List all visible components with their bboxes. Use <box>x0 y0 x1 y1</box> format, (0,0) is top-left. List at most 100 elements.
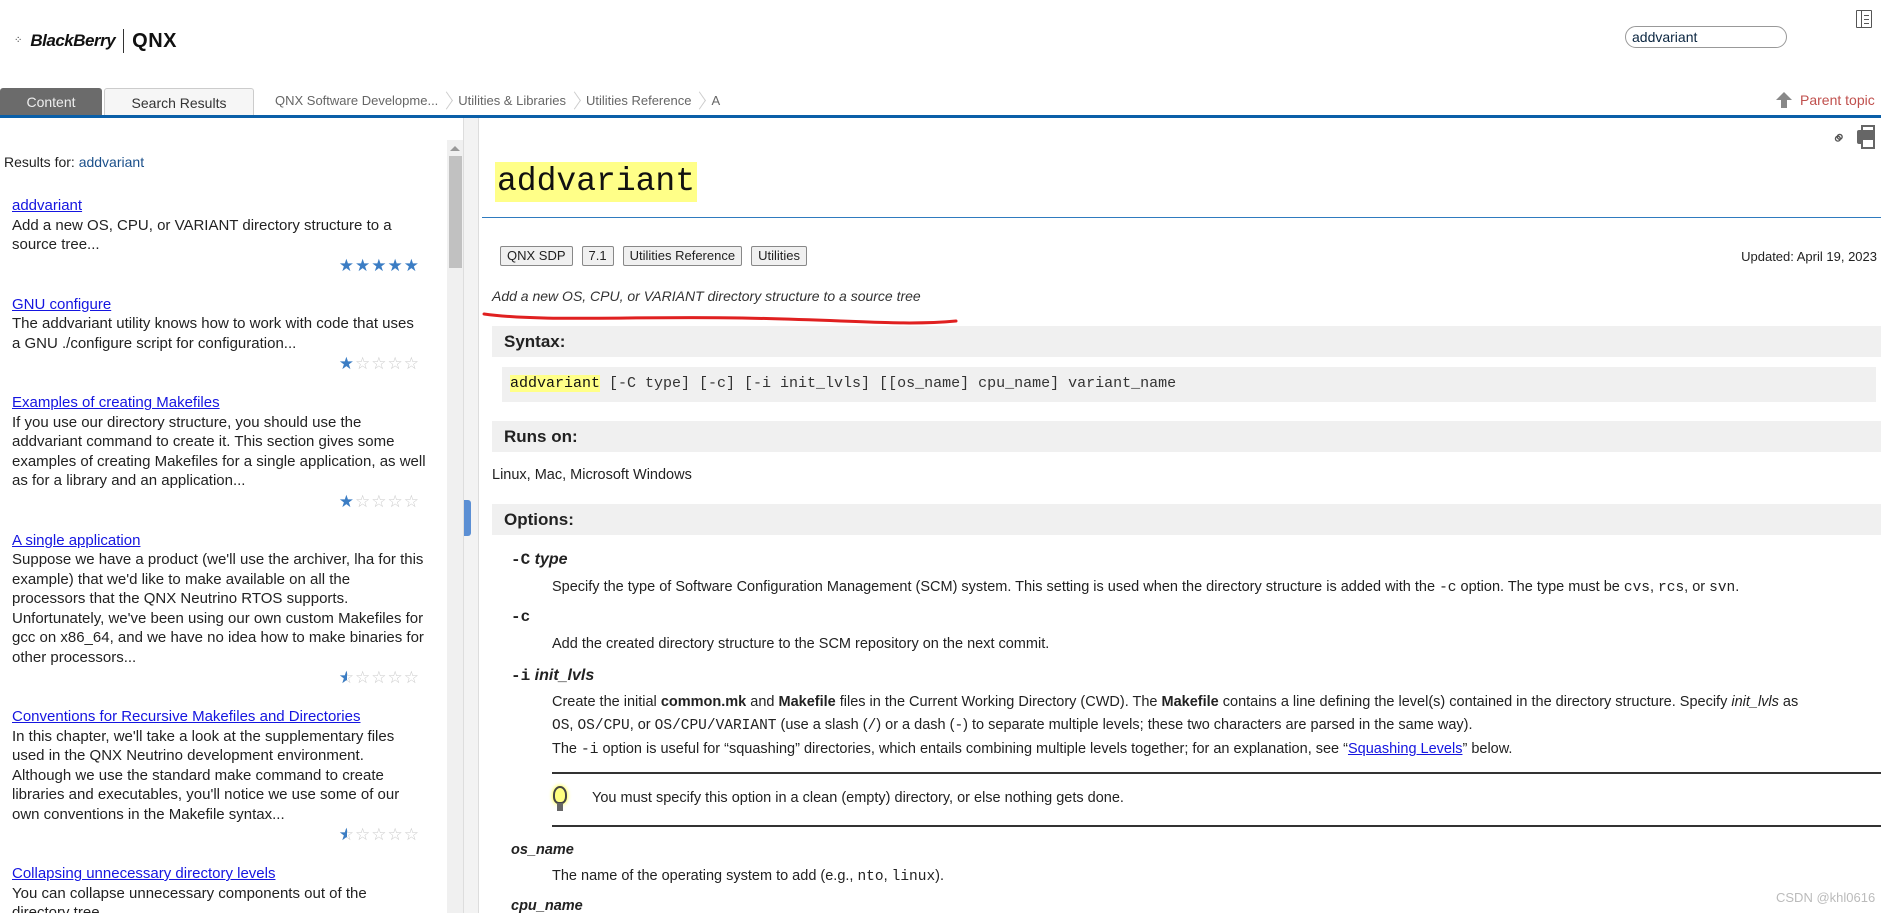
star-icon[interactable]: ☆ <box>355 353 371 375</box>
rating-stars[interactable]: ★☆☆☆☆ <box>12 353 426 375</box>
result-snippet: You can collapse unnecessary components … <box>12 884 367 914</box>
result-item: Conventions for Recursive Makefiles and … <box>12 707 426 846</box>
squashing-levels-link[interactable]: Squashing Levels <box>1348 741 1462 757</box>
logo-divider <box>123 29 125 53</box>
star-icon[interactable]: ☆ <box>339 824 355 846</box>
star-icon[interactable]: ★ <box>371 255 387 277</box>
option-C: -C type <box>511 551 568 569</box>
link-icon[interactable]: ⚭ <box>1827 126 1853 152</box>
note-divider <box>552 772 1881 774</box>
blackberry-qnx-logo[interactable]: ⁘ BlackBerry QNX <box>14 29 177 53</box>
search-input[interactable] <box>1625 26 1787 48</box>
star-icon[interactable]: ☆ <box>371 667 387 689</box>
scrollbar-thumb[interactable] <box>449 156 462 268</box>
badge[interactable]: QNX SDP <box>500 246 573 266</box>
star-icon[interactable]: ★ <box>388 255 404 277</box>
badge[interactable]: 7.1 <box>581 246 614 266</box>
star-icon[interactable]: ★ <box>339 255 355 277</box>
tab-search-results[interactable]: Search Results <box>104 88 254 116</box>
red-underline-annotation <box>482 312 958 325</box>
breadcrumb-item[interactable]: Utilities Reference <box>586 93 712 108</box>
star-icon[interactable]: ☆ <box>404 667 420 689</box>
star-icon[interactable]: ★ <box>339 353 355 375</box>
star-icon[interactable]: ☆ <box>388 353 404 375</box>
blackberry-dots-icon: ⁘ <box>14 35 23 46</box>
option-i-description: Create the initial common.mk and Makefil… <box>552 694 1799 710</box>
result-title-link[interactable]: Conventions for Recursive Makefiles and … <box>12 707 426 727</box>
breadcrumb-item[interactable]: QNX Software Developme... <box>275 93 458 108</box>
option-C-description: Specify the type of Software Configurati… <box>552 579 1740 596</box>
rating-stars[interactable]: ★★★★★ <box>12 255 426 277</box>
result-snippet: In this chapter, we'll take a look at th… <box>12 727 400 823</box>
options-heading: Options: <box>492 504 1881 535</box>
badge[interactable]: Utilities <box>751 246 807 266</box>
short-description: Add a new OS, CPU, or VARIANT directory … <box>492 288 921 304</box>
tab-content[interactable]: Content <box>0 88 102 116</box>
collapse-panel-handle[interactable] <box>464 500 471 536</box>
title-divider <box>482 217 1881 218</box>
result-title-link[interactable]: GNU configure <box>12 295 426 315</box>
rating-stars[interactable]: ☆☆☆☆☆ <box>12 824 426 846</box>
star-icon[interactable]: ☆ <box>404 353 420 375</box>
star-icon[interactable]: ☆ <box>404 491 420 513</box>
note-text: You must specify this option in a clean … <box>592 790 1124 806</box>
star-icon[interactable]: ☆ <box>355 667 371 689</box>
results-for-label: Results for: addvariant <box>4 154 145 170</box>
result-item: addvariant Add a new OS, CPU, or VARIANT … <box>12 196 426 277</box>
print-icon[interactable] <box>1857 125 1875 149</box>
star-icon[interactable]: ☆ <box>371 824 387 846</box>
runs-on-text: Linux, Mac, Microsoft Windows <box>492 467 692 483</box>
toc-toggle-icon[interactable] <box>1856 10 1872 28</box>
result-item: Collapsing unnecessary directory levels Y… <box>12 864 426 913</box>
star-icon[interactable]: ☆ <box>388 491 404 513</box>
os-name-label: os_name <box>511 842 574 858</box>
syntax-code: addvariant [-C type] [-c] [-i init_lvls]… <box>502 367 1876 402</box>
star-icon[interactable]: ☆ <box>388 824 404 846</box>
result-title-link[interactable]: Collapsing unnecessary directory levels <box>12 864 426 884</box>
syntax-heading: Syntax: <box>492 326 1881 357</box>
star-icon[interactable]: ☆ <box>371 353 387 375</box>
option-i-levels: OS, OS/CPU, or OS/CPU/VARIANT (use a sla… <box>552 717 1473 734</box>
star-icon[interactable]: ☆ <box>371 491 387 513</box>
star-icon[interactable]: ★ <box>355 255 371 277</box>
breadcrumb-item[interactable]: Utilities & Libraries <box>458 93 586 108</box>
star-icon[interactable]: ☆ <box>404 824 420 846</box>
updated-date: Updated: April 19, 2023 <box>1741 249 1877 264</box>
watermark: CSDN @khl0616 <box>1776 890 1876 905</box>
result-item: GNU configure The addvariant utility know… <box>12 295 426 376</box>
result-title-link[interactable]: Examples of creating Makefiles <box>12 393 426 413</box>
runs-on-heading: Runs on: <box>492 421 1881 452</box>
result-title-link[interactable]: A single application <box>12 531 426 551</box>
cpu-name-label: cpu_name <box>511 898 583 914</box>
star-icon[interactable]: ☆ <box>388 667 404 689</box>
breadcrumb-item[interactable]: A <box>711 93 740 108</box>
star-icon[interactable]: ☆ <box>355 824 371 846</box>
option-i-squashing: The -i option is useful for “squashing” … <box>552 741 1513 758</box>
result-item: A single application Suppose we have a pr… <box>12 531 426 690</box>
option-c-description: Add the created directory structure to t… <box>552 636 1050 652</box>
badge[interactable]: Utilities Reference <box>622 246 743 266</box>
option-i: -i init_lvls <box>511 667 595 685</box>
badge-list: QNX SDP 7.1 Utilities Reference Utilitie… <box>500 246 807 266</box>
result-snippet: The addvariant utility knows how to work… <box>12 315 414 352</box>
star-icon[interactable]: ★ <box>339 491 355 513</box>
parent-topic-link[interactable]: Parent topic <box>1776 92 1875 108</box>
search-results-panel: Results for: addvariant addvariant Add a … <box>0 118 447 913</box>
results-list: addvariant Add a new OS, CPU, or VARIANT … <box>12 196 426 913</box>
star-icon[interactable]: ★ <box>404 255 420 277</box>
star-icon[interactable]: ☆ <box>339 667 355 689</box>
breadcrumb: QNX Software Developme... Utilities & Li… <box>275 93 740 108</box>
page-title: addvariant <box>495 162 698 202</box>
result-snippet: If you use our directory structure, you … <box>12 413 426 490</box>
rating-stars[interactable]: ☆☆☆☆☆ <box>12 667 426 689</box>
result-snippet: Add a new OS, CPU, or VARIANT directory … <box>12 216 392 254</box>
star-icon[interactable]: ☆ <box>355 491 371 513</box>
result-snippet: Suppose we have a product (we'll use the… <box>12 551 424 666</box>
result-title-link[interactable]: addvariant <box>12 196 426 216</box>
lightbulb-base <box>557 803 563 811</box>
rating-stars[interactable]: ★☆☆☆☆ <box>12 491 426 513</box>
scroll-up-icon[interactable] <box>450 146 460 151</box>
arrow-up-icon <box>1776 92 1792 108</box>
lightbulb-icon <box>553 786 567 804</box>
os-name-description: The name of the operating system to add … <box>552 868 945 885</box>
